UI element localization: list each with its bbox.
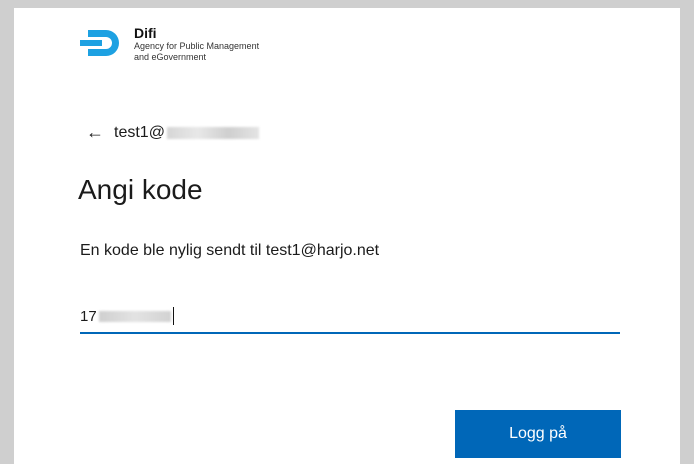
page-title: Angi kode bbox=[78, 174, 203, 205]
code-sent-description: En kode ble nylig sendt til test1@harjo.… bbox=[80, 242, 380, 259]
code-input[interactable]: 17 bbox=[80, 300, 620, 334]
difi-logo: Difi Agency for Public Management and eG… bbox=[80, 26, 259, 63]
sign-in-card: Difi Agency for Public Management and eG… bbox=[14, 8, 680, 464]
arrow-left-icon[interactable]: ← bbox=[86, 122, 104, 143]
account-email: test1@ bbox=[114, 123, 165, 141]
redacted-code bbox=[98, 310, 171, 322]
login-button[interactable]: Logg på bbox=[455, 410, 621, 458]
logo-subtitle-line1: Agency for Public Management bbox=[134, 41, 260, 51]
logo-text: Difi Agency for Public Management and eG… bbox=[134, 26, 259, 63]
account-row: ← test1@ bbox=[86, 122, 259, 143]
text-caret bbox=[172, 307, 174, 325]
code-input-value: 17 bbox=[80, 307, 97, 325]
redacted-email-domain bbox=[166, 126, 259, 139]
difi-logo-icon bbox=[80, 30, 119, 56]
logo-subtitle-line2: and eGovernment bbox=[134, 52, 207, 62]
logo-name: Difi bbox=[134, 25, 157, 41]
